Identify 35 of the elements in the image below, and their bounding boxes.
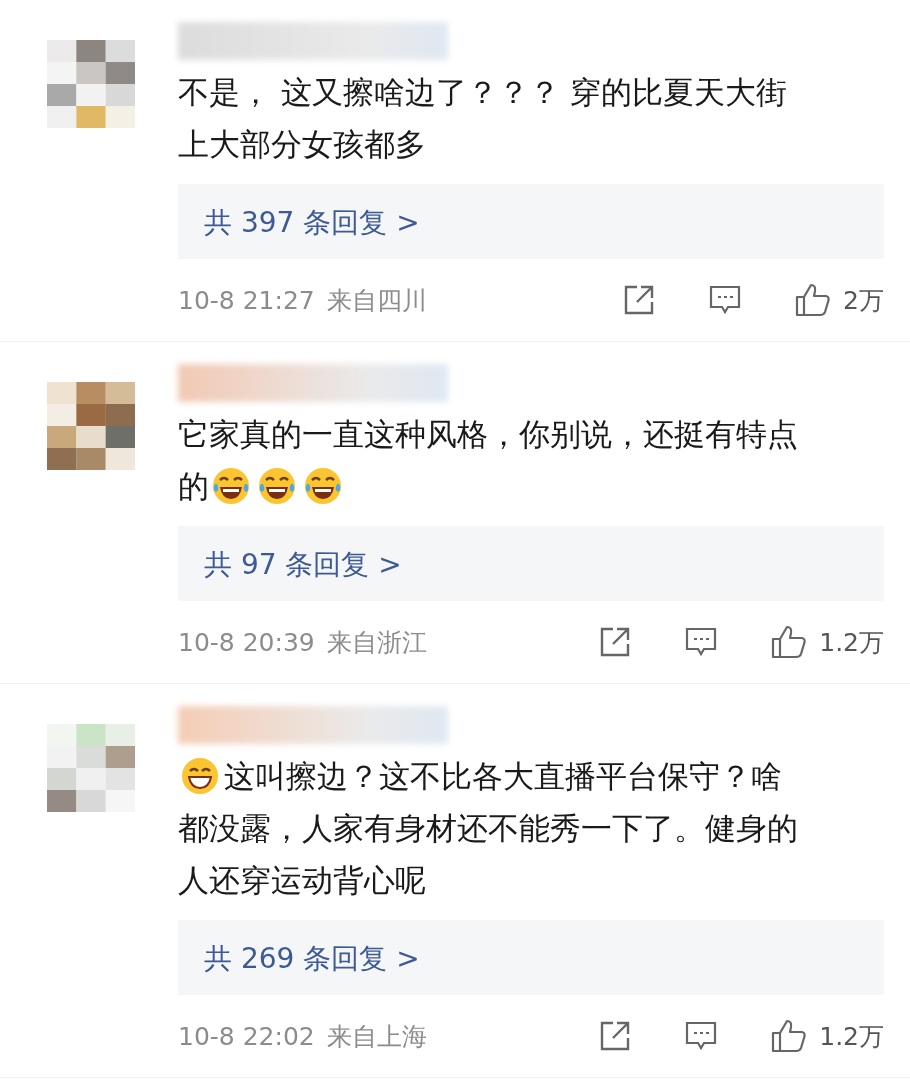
- comment-text: 它家真的一直这种风格，你别说，还挺有特点: [178, 415, 798, 454]
- comment-icon[interactable]: [685, 627, 718, 657]
- laughing-emoji-icon: [257, 466, 297, 506]
- share-icon[interactable]: [599, 1020, 632, 1052]
- comment-text: 的: [178, 467, 209, 506]
- like-count: 1.2万: [819, 626, 884, 659]
- comment-icon[interactable]: [709, 285, 742, 315]
- pixelated-avatar[interactable]: [47, 724, 135, 812]
- comment-text: 不是， 这又擦啥边了？？？ 穿的比夏天大街: [178, 73, 787, 112]
- grinning-emoji-icon: [180, 756, 220, 796]
- pixelated-avatar[interactable]: [47, 382, 135, 470]
- comment-time: 10-8 22:02: [178, 1021, 315, 1051]
- comment-time: 10-8 20:39: [178, 627, 315, 657]
- comment-text: 这叫擦边？这不比各大直播平台保守？啥: [224, 757, 782, 796]
- share-icon[interactable]: [623, 284, 656, 316]
- like-count: 2万: [843, 284, 884, 317]
- comment-time: 10-8 21:27: [178, 285, 315, 315]
- laughing-emoji-icon: [303, 466, 343, 506]
- thumbs-up-icon[interactable]: [795, 283, 832, 317]
- comment-text: 人还穿运动背心呢: [178, 861, 426, 900]
- thumbs-up-icon[interactable]: [771, 625, 808, 659]
- laughing-emoji-icon: [211, 466, 251, 506]
- comment-text: 都没露，人家有身材还不能秀一下了。健身的: [178, 809, 798, 848]
- comment-location: 来自四川: [326, 284, 427, 317]
- like-count: 1.2万: [819, 1020, 884, 1053]
- comment-icon[interactable]: [685, 1021, 718, 1051]
- view-replies-link[interactable]: 共 397 条回复 >: [178, 184, 884, 259]
- comment-text: 上大部分女孩都多: [178, 125, 426, 164]
- thumbs-up-icon[interactable]: [771, 1019, 808, 1053]
- pixelated-avatar[interactable]: [47, 40, 135, 128]
- comment-location: 来自浙江: [326, 626, 427, 659]
- view-replies-link[interactable]: 共 269 条回复 >: [178, 920, 884, 995]
- share-icon[interactable]: [599, 626, 632, 658]
- view-replies-link[interactable]: 共 97 条回复 >: [178, 526, 884, 601]
- comment-location: 来自上海: [326, 1020, 427, 1053]
